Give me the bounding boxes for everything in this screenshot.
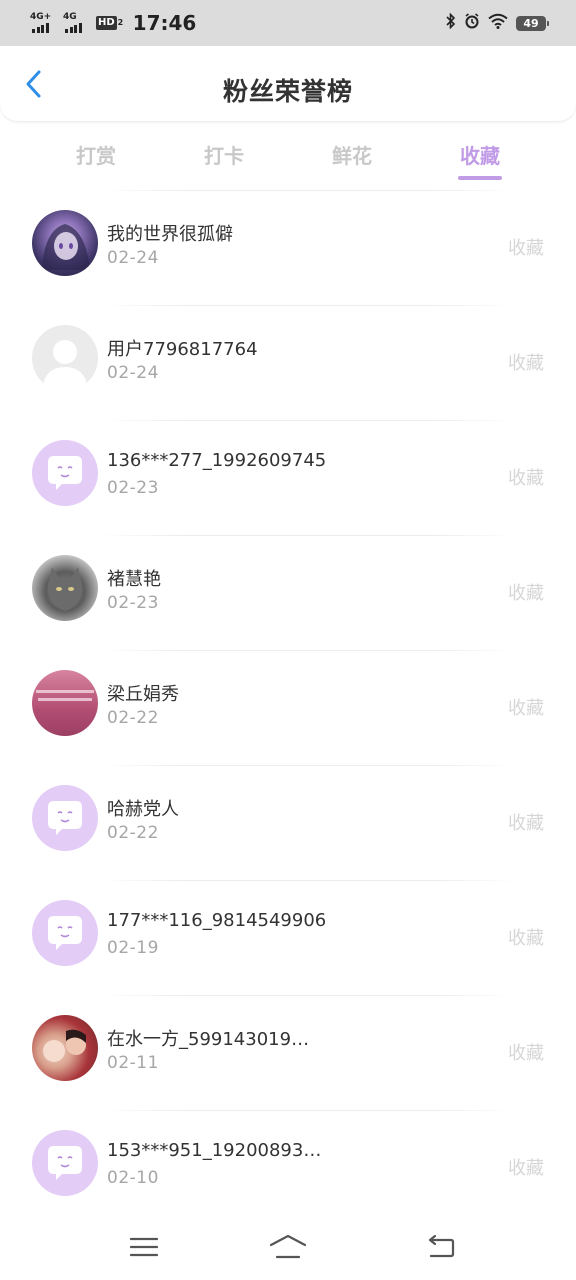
bluetooth-icon	[446, 12, 456, 33]
fan-name: 我的世界很孤僻	[107, 224, 233, 245]
fan-name: 梁丘娟秀	[107, 684, 179, 705]
list-item[interactable]: 褚慧艳 02-23 收藏	[0, 535, 576, 650]
list-item[interactable]: 用户7796817764 02-24 收藏	[0, 305, 576, 420]
status-bar: 4G+ 4G HD 2 17:46 49	[0, 0, 576, 46]
action-tag: 收藏	[508, 583, 544, 604]
action-tag: 收藏	[508, 238, 544, 259]
list-item[interactable]: 我的世界很孤僻 02-24 收藏	[0, 190, 576, 305]
fan-name: 褚慧艳	[107, 569, 161, 590]
chat-bubble-icon	[48, 1146, 82, 1180]
signal-icon-2: 4G	[63, 13, 89, 33]
divider	[100, 535, 516, 536]
action-tag: 收藏	[508, 698, 544, 719]
divider	[100, 995, 516, 996]
fan-date: 02-22	[107, 708, 159, 728]
divider	[100, 880, 516, 881]
back-icon	[428, 1234, 455, 1258]
divider	[100, 420, 516, 421]
fan-date: 02-22	[107, 823, 159, 843]
tab-reward[interactable]: 打赏	[46, 140, 146, 169]
header: 粉丝荣誉榜	[0, 46, 576, 122]
tab-favorites[interactable]: 收藏	[430, 140, 530, 169]
fan-name: 177***116_9814549906	[107, 910, 327, 931]
hd-icon: HD 2	[96, 16, 124, 30]
action-tag: 收藏	[508, 928, 544, 949]
alarm-icon	[464, 13, 480, 33]
fan-date: 02-10	[107, 1168, 159, 1188]
fan-date: 02-11	[107, 1053, 159, 1073]
action-tag: 收藏	[508, 813, 544, 834]
avatar	[32, 210, 98, 276]
clock: 17:46	[132, 11, 197, 35]
menu-button[interactable]	[122, 1229, 166, 1265]
chat-bubble-icon	[48, 801, 82, 835]
fan-date: 02-24	[107, 363, 159, 383]
back-nav-button[interactable]	[418, 1229, 462, 1265]
list-item[interactable]: 136***277_1992609745 02-23 收藏	[0, 420, 576, 535]
divider	[100, 190, 516, 191]
avatar	[32, 900, 98, 966]
list-item[interactable]: 153***951_19200893… 02-10 收藏	[0, 1110, 576, 1225]
wifi-icon	[488, 13, 508, 33]
action-tag: 收藏	[508, 468, 544, 489]
list-item[interactable]: 在水一方_599143019… 02-11 收藏	[0, 995, 576, 1110]
tab-bar: 打赏 打卡 鲜花 收藏	[0, 132, 576, 184]
fan-date: 02-24	[107, 248, 159, 268]
list-item[interactable]: 梁丘娟秀 02-22 收藏	[0, 650, 576, 765]
avatar	[32, 670, 98, 736]
fan-name: 在水一方_599143019…	[107, 1029, 310, 1050]
avatar	[32, 1015, 98, 1081]
fan-date: 02-19	[107, 938, 159, 958]
fan-date: 02-23	[107, 478, 159, 498]
action-tag: 收藏	[508, 353, 544, 374]
signal-icon: 4G+	[30, 13, 56, 33]
page-title: 粉丝荣誉榜	[222, 77, 353, 106]
avatar	[32, 325, 98, 391]
fan-name: 136***277_1992609745	[107, 450, 327, 471]
avatar	[32, 785, 98, 851]
avatar	[32, 440, 98, 506]
divider	[100, 1110, 516, 1111]
list-item[interactable]: 哈赫党人 02-22 收藏	[0, 765, 576, 880]
fan-list: 我的世界很孤僻 02-24 收藏 用户7796817764 02-24 收藏 1…	[0, 190, 576, 1225]
fan-name: 153***951_19200893…	[107, 1140, 322, 1161]
battery-icon: 49	[516, 15, 549, 31]
action-tag: 收藏	[508, 1043, 544, 1064]
divider	[100, 650, 516, 651]
fan-date: 02-23	[107, 593, 159, 613]
avatar	[32, 555, 98, 621]
action-tag: 收藏	[508, 1158, 544, 1179]
list-item[interactable]: 177***116_9814549906 02-19 收藏	[0, 880, 576, 995]
avatar	[32, 1130, 98, 1196]
tab-indicator	[458, 176, 502, 180]
tab-flowers[interactable]: 鲜花	[302, 140, 402, 169]
fan-name: 用户7796817764	[107, 339, 258, 360]
system-nav-bar	[0, 1215, 576, 1280]
menu-icon	[129, 1237, 159, 1257]
divider	[100, 305, 516, 306]
chat-bubble-icon	[48, 456, 82, 490]
fan-name: 哈赫党人	[107, 799, 179, 820]
home-icon	[269, 1234, 307, 1259]
tab-checkin[interactable]: 打卡	[174, 140, 274, 169]
chat-bubble-icon	[48, 916, 82, 950]
divider	[100, 765, 516, 766]
home-button[interactable]	[266, 1229, 310, 1265]
